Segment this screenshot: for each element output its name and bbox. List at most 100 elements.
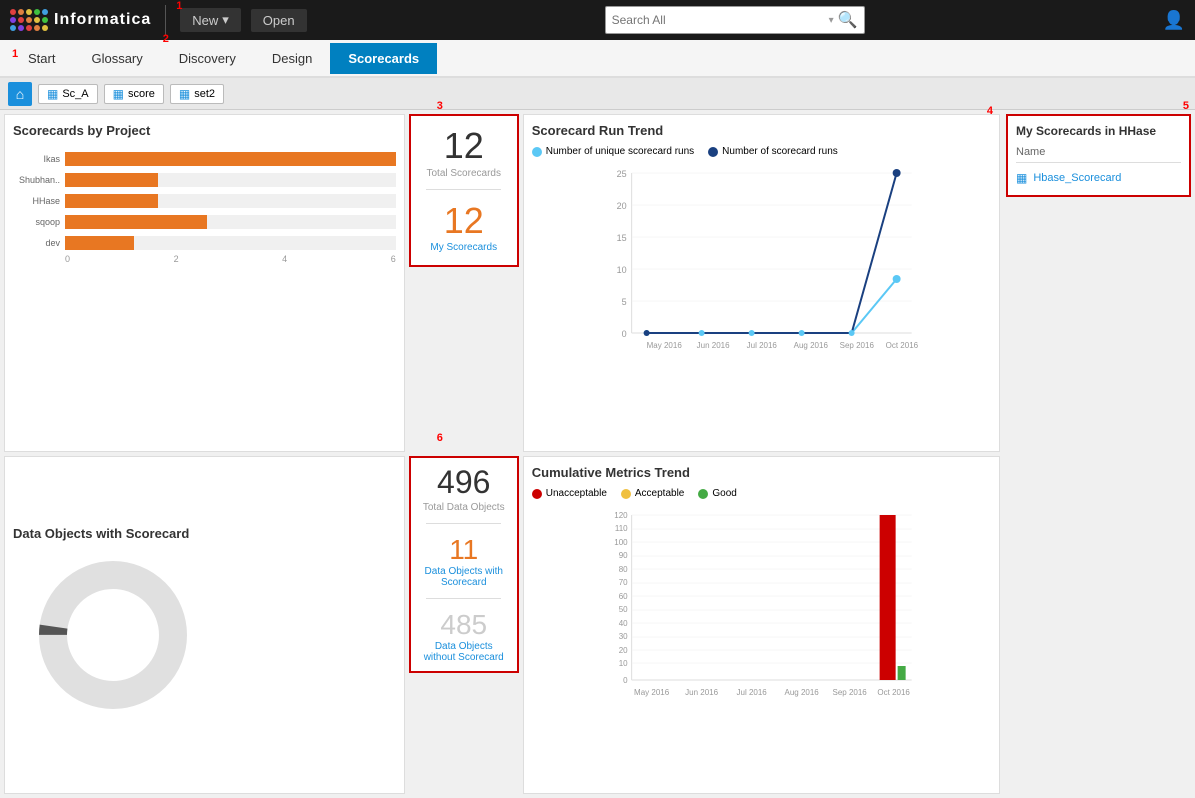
search-input[interactable] [612, 13, 829, 27]
bar-label-shubhan: Shubhan.. [13, 175, 65, 185]
legend-acceptable: Acceptable [621, 488, 684, 499]
home-button[interactable]: ⌂ [8, 82, 32, 106]
svg-text:Sep 2016: Sep 2016 [839, 341, 874, 350]
bar-fill-sqoop [65, 215, 207, 229]
svg-text:Aug 2016: Aug 2016 [784, 688, 819, 697]
bar-track-shubhan [65, 173, 396, 187]
svg-text:Jun 2016: Jun 2016 [696, 341, 729, 350]
svg-text:80: 80 [618, 565, 627, 574]
total-data-objects-number: 496 [437, 466, 490, 498]
top-navigation: Informatica 1 New ▾ Open ▾ 🔍 👤 [0, 0, 1195, 40]
data-objects-stat-box: 496 Total Data Objects 11 Data Objects w… [409, 456, 519, 673]
search-submit-button[interactable]: 🔍 [838, 10, 858, 30]
tab-scorecards[interactable]: Scorecards [330, 43, 437, 74]
svg-text:20: 20 [616, 201, 626, 211]
tab-discovery[interactable]: Discovery [161, 43, 254, 74]
with-scorecard-label: Data Objects withScorecard [425, 566, 503, 588]
legend-runs: Number of scorecard runs [708, 146, 838, 157]
total-data-objects-label: Total Data Objects [423, 502, 505, 513]
open-tab-sc-a[interactable]: ▦ Sc_A [38, 84, 98, 104]
total-scorecards-label: Total Scorecards [426, 168, 500, 179]
scorecards-by-project-panel: Scorecards by Project Ikas Shubhan.. [4, 114, 405, 452]
stat-divider-3 [426, 598, 501, 599]
svg-text:10: 10 [616, 265, 626, 275]
app-logo: Informatica [10, 9, 151, 31]
svg-text:25: 25 [616, 169, 626, 179]
open-tab-icon-score: ▦ [113, 87, 124, 101]
svg-text:60: 60 [618, 592, 627, 601]
donut-chart [13, 545, 213, 725]
svg-text:30: 30 [618, 632, 627, 641]
right-panel-title: My Scorecards in HHase [1016, 124, 1181, 138]
svg-text:90: 90 [618, 551, 627, 560]
annotation-3: 3 [437, 100, 443, 112]
center-area: Scorecards by Project Ikas Shubhan.. [0, 110, 1004, 798]
new-button-chevron: ▾ [222, 12, 229, 28]
scorecards-by-project-title: Scorecards by Project [13, 123, 396, 138]
tab-glossary[interactable]: Glossary [73, 43, 160, 74]
main-content: Scorecards by Project Ikas Shubhan.. [0, 110, 1195, 798]
svg-text:Jun 2016: Jun 2016 [685, 688, 718, 697]
annotation-2a: 1 [12, 48, 18, 60]
svg-text:5: 5 [621, 297, 626, 307]
my-scorecards-number: 12 [444, 200, 484, 242]
x-axis-labels: 0 2 4 6 [13, 254, 396, 264]
search-area: ▾ 🔍 [317, 6, 1153, 34]
bar-label-hhase: HHase [13, 196, 65, 206]
data-objects-panel: Data Objects with Scorecard [4, 456, 405, 794]
scorecard-item-hbase[interactable]: ▦ Hbase_Scorecard [1016, 169, 1181, 187]
svg-text:Jul 2016: Jul 2016 [736, 688, 767, 697]
annotation-6: 6 [437, 432, 443, 444]
cumulative-metrics-panel: Cumulative Metrics Trend Unacceptable Ac… [523, 456, 1000, 794]
svg-text:Oct 2016: Oct 2016 [877, 688, 910, 697]
donut-svg [33, 555, 193, 715]
svg-text:Sep 2016: Sep 2016 [832, 688, 867, 697]
search-dropdown-icon[interactable]: ▾ [829, 15, 834, 26]
run-trend-legend: Number of unique scorecard runs Number o… [532, 146, 991, 157]
tab-start[interactable]: Start [10, 43, 73, 74]
x-label-0: 0 [65, 254, 70, 264]
run-trend-title: Scorecard Run Trend [532, 123, 991, 138]
bar-row-dev: dev [13, 236, 396, 250]
scorecard-item-icon-hbase: ▦ [1016, 171, 1027, 185]
x-label-4: 4 [282, 254, 287, 264]
new-button[interactable]: New ▾ [180, 8, 241, 32]
bar-unacceptable [879, 515, 895, 680]
right-panel-col-header: Name [1016, 146, 1181, 163]
svg-text:110: 110 [615, 524, 628, 533]
legend-label-acceptable: Acceptable [635, 488, 684, 499]
svg-text:0: 0 [623, 676, 628, 685]
svg-text:40: 40 [618, 619, 627, 628]
stat-divider-2 [426, 523, 501, 524]
svg-text:50: 50 [618, 605, 627, 614]
open-tab-icon-sc-a: ▦ [47, 87, 58, 101]
svg-text:Oct 2016: Oct 2016 [885, 341, 918, 350]
app-title: Informatica [54, 11, 151, 29]
svg-text:May 2016: May 2016 [646, 341, 682, 350]
legend-good: Good [698, 488, 736, 499]
user-icon[interactable]: 👤 [1163, 10, 1185, 31]
legend-dot-unique [532, 147, 542, 157]
without-scorecard-number: 485 [440, 609, 487, 641]
open-tab-score[interactable]: ▦ score [104, 84, 164, 104]
bar-good [897, 666, 905, 680]
open-tab-set2[interactable]: ▦ set2 [170, 84, 224, 104]
bottom-row: Data Objects with Scorecard [0, 454, 1004, 798]
svg-text:0: 0 [621, 329, 626, 339]
bar-row-hhase: HHase [13, 194, 396, 208]
legend-label-good: Good [712, 488, 736, 499]
main-tab-bar: 1 Start Glossary 2 Discovery Design Scor… [0, 40, 1195, 78]
total-scorecards-number: 12 [444, 128, 484, 164]
open-tab-label-set2: set2 [194, 88, 215, 100]
bar-track-ikas [65, 152, 396, 166]
svg-text:10: 10 [618, 659, 627, 668]
bar-row-shubhan: Shubhan.. [13, 173, 396, 187]
with-scorecard-number: 11 [449, 534, 478, 566]
open-tab-icon-set2: ▦ [179, 87, 190, 101]
open-button[interactable]: Open [251, 9, 307, 32]
legend-dot-good [698, 489, 708, 499]
tab-design[interactable]: Design [254, 43, 330, 74]
svg-text:May 2016: May 2016 [634, 688, 670, 697]
without-scorecard-label: Data Objectswithout Scorecard [424, 641, 504, 663]
cumulative-metrics-title: Cumulative Metrics Trend [532, 465, 991, 480]
